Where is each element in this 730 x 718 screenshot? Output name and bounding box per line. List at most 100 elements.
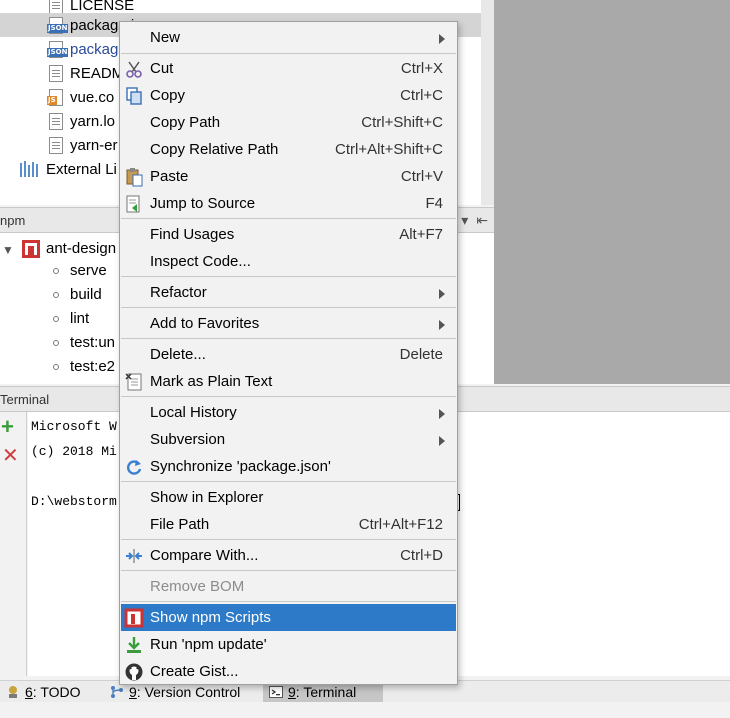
- menu-item-shortcut: Ctrl+Alt+Shift+C: [335, 141, 443, 158]
- menu-item-jump-to-source[interactable]: Jump to Source F4: [121, 190, 456, 217]
- script-bullet-icon: [53, 316, 59, 322]
- tree-item-label: packag: [70, 40, 119, 58]
- menu-item-shortcut: Delete: [399, 346, 443, 363]
- text-file-icon: [46, 111, 66, 131]
- menu-item-label: Copy Relative Path: [150, 141, 279, 158]
- tab-todo[interactable]: 6: TODO: [0, 681, 87, 703]
- menu-item-label: Remove BOM: [150, 578, 245, 595]
- json-file-icon: JSON: [46, 15, 69, 35]
- menu-item-label: Subversion: [150, 431, 226, 448]
- menu-item-label: Local History: [150, 404, 237, 421]
- menu-item-label: Compare With...: [150, 547, 259, 564]
- menu-separator: [121, 338, 456, 339]
- submenu-arrow-icon: [439, 320, 445, 330]
- menu-separator: [121, 539, 456, 540]
- tab-label: 9: Terminal: [288, 684, 357, 700]
- npm-panel-title: npm: [0, 213, 26, 228]
- menu-item-synchronize[interactable]: Synchronize 'package.json': [121, 453, 456, 480]
- menu-item-copy[interactable]: Copy Ctrl+C: [121, 82, 456, 109]
- npm-icon: [124, 608, 144, 628]
- library-icon: [20, 161, 40, 177]
- menu-item-label: Create Gist...: [150, 663, 239, 680]
- script-bullet-icon: [53, 268, 59, 274]
- terminal-line: D:\webstorm: [31, 494, 117, 509]
- menu-separator: [121, 570, 456, 571]
- menu-item-show-in-explorer[interactable]: Show in Explorer: [121, 484, 456, 511]
- menu-item-delete[interactable]: Delete... Delete: [121, 341, 456, 368]
- script-bullet-icon: [53, 292, 59, 298]
- menu-item-cut[interactable]: Cut Ctrl+X: [121, 55, 456, 82]
- context-menu: New Cut Ctrl+X Copy Ctrl+C Copy Path Ctr…: [119, 21, 458, 685]
- tree-item-label: yarn.lo: [70, 112, 116, 130]
- submenu-arrow-icon: [439, 289, 445, 299]
- menu-item-label: Show in Explorer: [150, 489, 264, 506]
- npm-package-label: ant-design: [46, 240, 117, 257]
- menu-item-label: Cut: [150, 60, 174, 77]
- npm-script-label: build: [70, 286, 102, 303]
- menu-item-label: Jump to Source: [150, 195, 256, 212]
- menu-item-label: Refactor: [150, 284, 207, 301]
- npm-script-label: test:un: [70, 334, 116, 351]
- menu-item-new[interactable]: New: [121, 24, 456, 51]
- menu-item-mark-as-plain-text[interactable]: Mark as Plain Text: [121, 368, 456, 395]
- terminal-icon: [269, 686, 283, 698]
- menu-item-label: Copy Path: [150, 114, 221, 131]
- expand-arrow-icon[interactable]: ▼: [2, 243, 14, 257]
- menu-item-compare-with[interactable]: Compare With... Ctrl+D: [121, 542, 456, 569]
- script-bullet-icon: [53, 340, 59, 346]
- menu-item-file-path[interactable]: File Path Ctrl+Alt+F12: [121, 511, 456, 538]
- tree-scrollbar[interactable]: [481, 0, 494, 205]
- jump-to-source-icon: [124, 194, 144, 214]
- menu-item-add-to-favorites[interactable]: Add to Favorites: [121, 310, 456, 337]
- menu-separator: [121, 481, 456, 482]
- compare-icon: [124, 546, 144, 566]
- npm-panel-tools: ▾ ⇤: [461, 212, 488, 229]
- hide-panel-icon[interactable]: ⇤: [476, 212, 488, 229]
- menu-item-label: Paste: [150, 168, 189, 185]
- text-file-icon: [46, 135, 66, 155]
- collapse-icon[interactable]: ▾: [461, 212, 468, 229]
- submenu-arrow-icon: [439, 436, 445, 446]
- scissors-icon: [124, 59, 144, 79]
- menu-item-copy-path[interactable]: Copy Path Ctrl+Shift+C: [121, 109, 456, 136]
- close-session-icon[interactable]: ✕: [2, 444, 19, 468]
- menu-item-label: Delete...: [150, 346, 206, 363]
- menu-item-shortcut: F4: [425, 195, 443, 212]
- terminal-line: Microsoft W: [31, 419, 117, 434]
- menu-item-show-npm-scripts[interactable]: Show npm Scripts: [121, 604, 456, 631]
- download-icon: [124, 635, 144, 655]
- js-file-icon: JS: [46, 87, 66, 107]
- json-file-icon: JSON: [46, 39, 69, 59]
- menu-item-run-npm-update[interactable]: Run 'npm update': [121, 631, 456, 658]
- menu-separator: [121, 601, 456, 602]
- npm-script-label: serve: [70, 262, 107, 279]
- tree-item-label: vue.co: [70, 88, 115, 106]
- menu-item-find-usages[interactable]: Find Usages Alt+F7: [121, 221, 456, 248]
- menu-item-shortcut: Ctrl+Alt+F12: [358, 516, 443, 533]
- menu-separator: [121, 307, 456, 308]
- menu-item-create-gist[interactable]: Create Gist...: [121, 658, 456, 685]
- tab-label: 9: Version Control: [129, 684, 241, 700]
- copy-icon: [124, 86, 144, 106]
- menu-separator: [121, 53, 456, 54]
- menu-item-shortcut: Ctrl+V: [400, 168, 443, 185]
- branch-icon: [111, 686, 123, 698]
- menu-item-refactor[interactable]: Refactor: [121, 279, 456, 306]
- new-session-icon[interactable]: +: [1, 414, 14, 440]
- menu-item-paste[interactable]: Paste Ctrl+V: [121, 163, 456, 190]
- todo-icon: [9, 686, 17, 698]
- tree-item-label: yarn-er: [70, 136, 118, 154]
- menu-item-shortcut: Ctrl+X: [400, 60, 443, 77]
- paste-icon: [124, 167, 144, 187]
- menu-item-subversion[interactable]: Subversion: [121, 426, 456, 453]
- menu-item-shortcut: Ctrl+D: [400, 547, 443, 564]
- menu-item-copy-relative-path[interactable]: Copy Relative Path Ctrl+Alt+Shift+C: [121, 136, 456, 163]
- menu-item-remove-bom: Remove BOM: [121, 573, 456, 600]
- menu-item-label: Run 'npm update': [150, 636, 267, 653]
- menu-item-label: Find Usages: [150, 226, 235, 243]
- menu-item-local-history[interactable]: Local History: [121, 399, 456, 426]
- menu-separator: [121, 218, 456, 219]
- submenu-arrow-icon: [439, 409, 445, 419]
- menu-item-inspect-code[interactable]: Inspect Code...: [121, 248, 456, 275]
- tree-item-label: External Li: [46, 160, 117, 178]
